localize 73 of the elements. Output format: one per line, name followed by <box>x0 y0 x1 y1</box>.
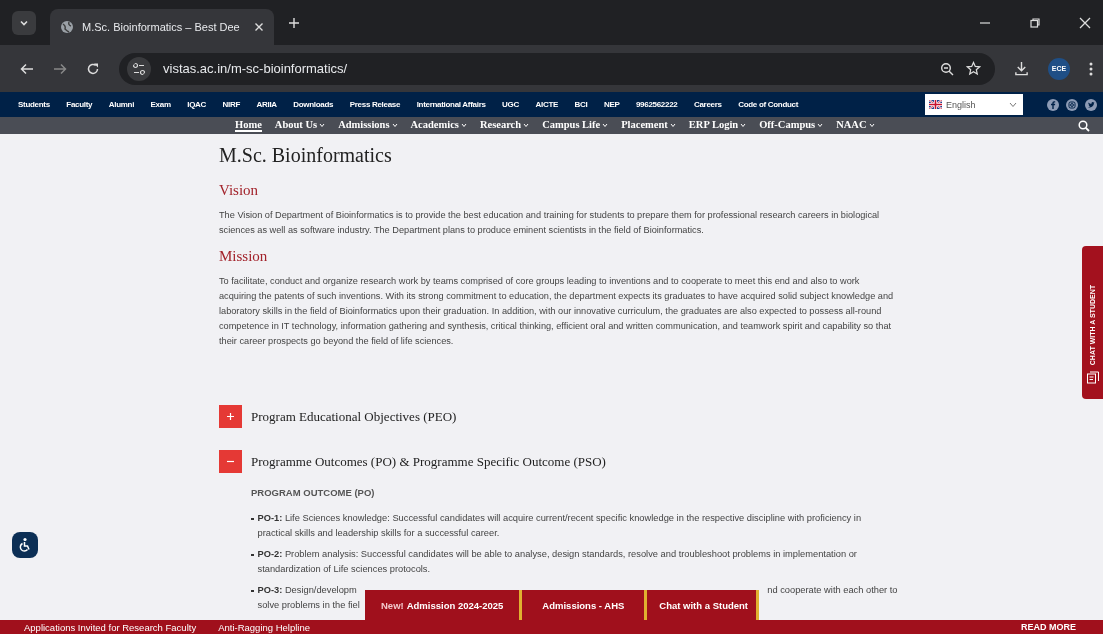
top-link[interactable]: Downloads <box>293 100 334 109</box>
section-paragraph: To facilitate, conduct and organize research work by teams comprised of core groups leading to inventions and to cooperate to meet this end and also to work acquiring the patents of such inventions. With its strong commitment to education, the department expects its graduates to have acquired solid subject knowledge and laboratory skills in the field of Bioinformatics upon their graduation. In addition, with our innovative curriculum, the graduates are also expected to possess all-round competence in IT technology, information gathering and synthesis, critical thinking, efficient oral and written communication, and teamwork spirit and capability so that their career prospects go beyond the field of life sciences. <box>219 275 895 348</box>
outcome-text: PO-3: Design/developm <box>257 584 357 597</box>
top-link[interactable]: NEP <box>603 100 620 109</box>
twitter-icon[interactable] <box>1085 98 1097 111</box>
ticker-link[interactable]: Applications Invited for Research Faculty <box>24 621 197 633</box>
address-field[interactable]: vistas.ac.in/m-sc-bioinformatics/ <box>119 52 995 85</box>
top-link[interactable]: AICTE <box>535 100 558 109</box>
top-link[interactable]: International Affairs <box>416 100 486 109</box>
outcome-text: solve problems in the fiel <box>257 599 360 612</box>
top-link[interactable]: Careers <box>693 100 722 109</box>
nav-menu-item[interactable]: ERP Login <box>688 119 747 132</box>
accordion-title[interactable]: Program Educational Objectives (PEO) <box>251 408 457 425</box>
nav-menu-item[interactable]: Campus Life <box>542 119 609 132</box>
accessibility-button[interactable] <box>12 532 38 558</box>
back-icon[interactable] <box>20 61 34 76</box>
chat-icon <box>1085 371 1100 385</box>
section-heading: Mission <box>219 248 269 265</box>
page-title: M.Sc. Bioinformatics <box>219 144 393 167</box>
nav-menu-item[interactable]: Academics <box>410 119 467 132</box>
nav-menu-item[interactable]: Home <box>235 119 262 132</box>
restore-icon[interactable] <box>1029 16 1041 29</box>
search-icon[interactable] <box>1078 119 1090 132</box>
top-link[interactable]: UGC <box>502 100 519 109</box>
top-link[interactable]: Students <box>18 100 50 109</box>
nav-menu-item[interactable]: Off-Campus <box>759 119 824 132</box>
globe-icon <box>60 20 74 34</box>
section-heading: Vision <box>219 182 260 199</box>
forward-icon[interactable] <box>53 61 67 76</box>
top-link[interactable]: 9962562222 <box>635 100 678 109</box>
accordion-title[interactable]: Programme Outcomes (PO) & Programme Specific Outcome (PSO) <box>251 453 606 470</box>
chevron-down-icon <box>1009 101 1017 108</box>
close-icon[interactable] <box>254 22 264 32</box>
top-link[interactable]: Press Release <box>349 100 401 109</box>
bottom-tab[interactable]: New! Admission 2024-2025 <box>365 590 523 620</box>
zoom-out-icon[interactable] <box>940 61 954 76</box>
flag-icon <box>929 100 942 109</box>
download-icon[interactable] <box>1014 61 1029 76</box>
more-menu-icon[interactable] <box>1089 61 1093 76</box>
star-icon[interactable] <box>966 61 981 76</box>
top-link[interactable]: NIRF <box>222 100 240 109</box>
section-paragraph: The Vision of Department of Bioinformatics is to provide the best education and training for students to prepare them for professional research careers in biological sciences as well as software industry. The Department plans to produce eminent scientists in the field of Bioinformatics. <box>219 209 881 237</box>
facebook-icon[interactable] <box>1047 98 1059 111</box>
outcome-text: nd cooperate with each other to <box>767 584 898 597</box>
instagram-icon[interactable] <box>1066 98 1078 111</box>
expand-button[interactable] <box>219 405 242 428</box>
top-link[interactable]: Alumni <box>108 100 135 109</box>
top-link[interactable]: Faculty <box>66 100 93 109</box>
nav-menu-item[interactable]: NAAC <box>836 119 875 132</box>
bottom-tab[interactable]: Chat with a Student <box>647 590 760 620</box>
site-settings-icon[interactable] <box>127 56 151 81</box>
tab-list-button[interactable] <box>12 10 36 35</box>
browser-tab[interactable]: M.Sc. Bioinformatics – Best Dee <box>50 9 274 45</box>
nav-menu-item[interactable]: About Us <box>274 119 326 132</box>
bottom-tab[interactable]: Admissions - AHS <box>522 590 648 620</box>
outcome-text: PO-2: Problem analysis: Successful candidates will be able to analyse, design standards, resolve and troubleshoot problems in implementation or standardization of Life sciences protocols. <box>257 548 858 576</box>
new-tab-icon[interactable] <box>288 16 300 29</box>
plus-icon <box>226 412 235 421</box>
nav-menu-item[interactable]: Research <box>479 119 530 132</box>
top-link[interactable]: IQAC <box>187 100 207 109</box>
outcome-text: PO-1: Life Sciences knowledge: Successful candidates will acquire current/recent specific knowledge in the respective discipline with proficiency in practical skills and leadership skills for a successful career. <box>257 512 863 540</box>
language-select[interactable]: English <box>925 94 1023 115</box>
top-link[interactable]: BCI <box>574 100 588 109</box>
reload-icon[interactable] <box>86 61 100 76</box>
top-link[interactable]: Exam <box>150 100 171 109</box>
close-icon[interactable] <box>1079 16 1091 29</box>
top-link[interactable]: ARIIA <box>256 100 277 109</box>
nav-menu-item[interactable]: Admissions <box>338 119 398 132</box>
nav-menu-item[interactable]: Placement <box>621 119 676 132</box>
ticker-link[interactable]: Anti-Ragging Helpline <box>218 621 311 633</box>
top-link[interactable]: Code of Conduct <box>738 100 799 109</box>
outcome-heading: PROGRAM OUTCOME (PO) <box>251 487 376 498</box>
read-more-link[interactable]: READ MORE <box>1021 622 1076 632</box>
